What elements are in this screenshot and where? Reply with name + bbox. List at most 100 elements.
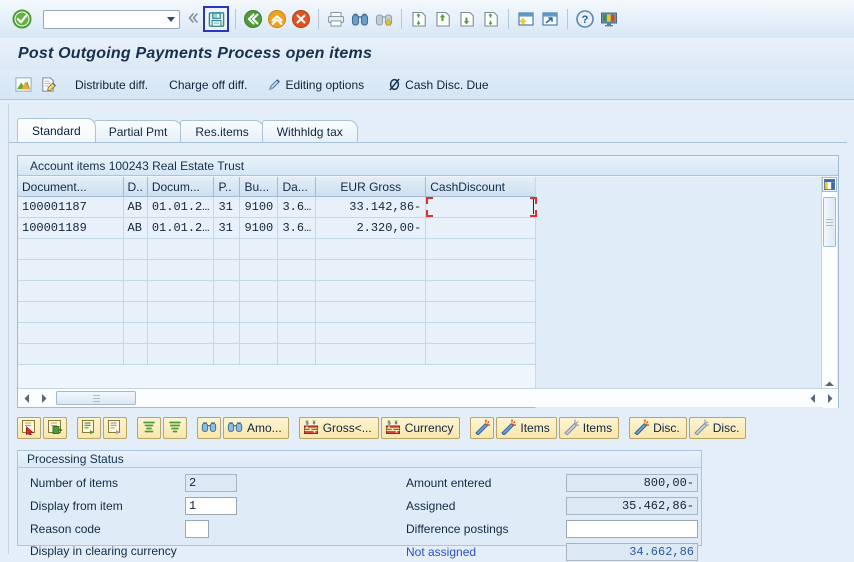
edit-document-icon[interactable] xyxy=(37,74,60,96)
empty-cell[interactable] xyxy=(213,280,241,302)
find-icon[interactable] xyxy=(349,8,371,30)
empty-cell[interactable] xyxy=(147,238,215,260)
back-icon[interactable] xyxy=(242,8,264,30)
scroll-right-arrow[interactable] xyxy=(35,390,52,406)
empty-cell[interactable] xyxy=(147,301,215,323)
difference-postings-field[interactable] xyxy=(566,519,698,538)
cell-document[interactable]: 100001187 xyxy=(18,196,124,218)
cell-document-date[interactable]: 01.01.2… xyxy=(147,217,215,239)
empty-cell[interactable] xyxy=(147,343,215,365)
empty-cell[interactable] xyxy=(239,259,279,281)
empty-cell[interactable] xyxy=(239,322,279,344)
tab-partial-pmt[interactable]: Partial Pmt xyxy=(93,120,183,142)
assign-items-button[interactable]: Items xyxy=(496,417,557,439)
empty-cell[interactable] xyxy=(123,238,148,260)
create-session-icon[interactable] xyxy=(515,8,537,30)
cell-business-area[interactable]: 9100 xyxy=(239,217,279,239)
last-page-icon[interactable] xyxy=(480,8,502,30)
empty-cell[interactable] xyxy=(123,301,148,323)
empty-cell[interactable] xyxy=(147,259,215,281)
empty-cell[interactable] xyxy=(18,301,124,323)
empty-cell[interactable] xyxy=(18,322,124,344)
empty-cell[interactable] xyxy=(315,343,427,365)
chevron-down-icon[interactable] xyxy=(163,11,179,28)
table-row-empty[interactable] xyxy=(18,238,587,260)
command-input[interactable] xyxy=(44,11,163,27)
empty-cell[interactable] xyxy=(147,280,215,302)
empty-cell[interactable] xyxy=(425,238,539,260)
cancel-icon[interactable] xyxy=(290,8,312,30)
scroll-right-arrow-right[interactable] xyxy=(821,390,838,406)
editing-options-button[interactable]: Editing options xyxy=(263,74,368,96)
assign-wand-button[interactable] xyxy=(470,417,495,439)
next-page-icon[interactable] xyxy=(456,8,478,30)
empty-cell[interactable] xyxy=(277,322,317,344)
col-document-date[interactable]: Docum... xyxy=(147,177,215,197)
empty-cell[interactable] xyxy=(315,301,427,323)
empty-cell[interactable] xyxy=(277,343,317,365)
scroll-left-arrow-right[interactable] xyxy=(804,390,821,406)
charge-off-diff-button[interactable]: Charge off diff. xyxy=(162,74,251,96)
unassign-items-button[interactable]: Items xyxy=(558,417,620,439)
empty-cell[interactable] xyxy=(18,280,124,302)
cell-eur-gross[interactable]: 2.320,00- xyxy=(315,217,427,239)
scroll-left-arrow[interactable] xyxy=(18,390,35,406)
cell-doctype[interactable]: AB xyxy=(123,196,148,218)
gross-less-button[interactable]: $ ¥ Gross<... xyxy=(298,417,379,439)
search-button[interactable] xyxy=(197,417,221,439)
cell-eur-gross[interactable]: 33.142,86- xyxy=(315,196,427,218)
empty-cell[interactable] xyxy=(18,259,124,281)
currency-button[interactable]: $ ¥ Currency xyxy=(380,417,461,439)
empty-cell[interactable] xyxy=(277,259,317,281)
tab-withhldg-tax[interactable]: Withhldg tax xyxy=(261,120,358,142)
reason-code-input[interactable] xyxy=(189,521,205,536)
cell-cash-discount-selected[interactable] xyxy=(425,196,539,218)
empty-cell[interactable] xyxy=(147,322,215,344)
first-page-icon[interactable] xyxy=(408,8,430,30)
cell-document-date[interactable]: 01.01.2… xyxy=(147,196,215,218)
col-cash-discount[interactable]: CashDiscount xyxy=(425,177,539,197)
table-row-empty[interactable] xyxy=(18,301,587,323)
empty-cell[interactable] xyxy=(123,259,148,281)
empty-cell[interactable] xyxy=(213,322,241,344)
empty-cell[interactable] xyxy=(425,322,539,344)
empty-cell[interactable] xyxy=(425,259,539,281)
cash-disc-due-button[interactable]: Cash Disc. Due xyxy=(384,74,492,96)
deselect-all-button[interactable] xyxy=(43,417,67,439)
empty-cell[interactable] xyxy=(425,301,539,323)
empty-cell[interactable] xyxy=(239,280,279,302)
empty-cell[interactable] xyxy=(277,280,317,302)
empty-cell[interactable] xyxy=(213,301,241,323)
empty-cell[interactable] xyxy=(315,280,427,302)
cell-doctype[interactable]: AB xyxy=(123,217,148,239)
search-amount-button[interactable]: Amo... xyxy=(223,417,289,439)
cell-posting-key[interactable]: 31 xyxy=(213,217,241,239)
select-all-button[interactable] xyxy=(17,417,41,439)
distribute-diff-button[interactable]: Distribute diff. xyxy=(68,74,152,96)
horizontal-scroll-thumb[interactable] xyxy=(56,391,136,405)
table-row[interactable]: 100001187 AB 01.01.2… 31 9100 3.6… 33.14… xyxy=(18,196,587,218)
empty-cell[interactable] xyxy=(315,259,427,281)
distribute-chart-icon[interactable] xyxy=(12,74,35,96)
col-posting-key[interactable]: P.. xyxy=(213,177,241,197)
sort-descending-button[interactable] xyxy=(163,417,187,439)
deactivate-items-button[interactable] xyxy=(103,417,127,439)
cell-document[interactable]: 100001189 xyxy=(18,217,124,239)
tab-standard[interactable]: Standard xyxy=(17,118,96,142)
col-doctype[interactable]: D.. xyxy=(123,177,148,197)
empty-cell[interactable] xyxy=(277,238,317,260)
display-from-item-input[interactable] xyxy=(189,498,233,513)
col-days[interactable]: Da... xyxy=(277,177,317,197)
previous-page-icon[interactable] xyxy=(432,8,454,30)
unassign-disc-button[interactable]: Disc. xyxy=(688,417,747,439)
find-next-icon[interactable] xyxy=(373,8,395,30)
cell-days[interactable]: 3.6… xyxy=(277,196,317,218)
table-settings-icon[interactable] xyxy=(822,177,837,192)
table-row[interactable]: 100001189 AB 01.01.2… 31 9100 3.6… 2.320… xyxy=(18,217,587,239)
table-vertical-scrollbar[interactable] xyxy=(821,177,837,408)
cell-cash-discount[interactable] xyxy=(425,217,539,239)
help-icon[interactable]: ? xyxy=(574,8,596,30)
table-row-empty[interactable] xyxy=(18,343,587,365)
enter-ok-icon[interactable] xyxy=(12,9,32,29)
command-field[interactable] xyxy=(43,9,180,29)
